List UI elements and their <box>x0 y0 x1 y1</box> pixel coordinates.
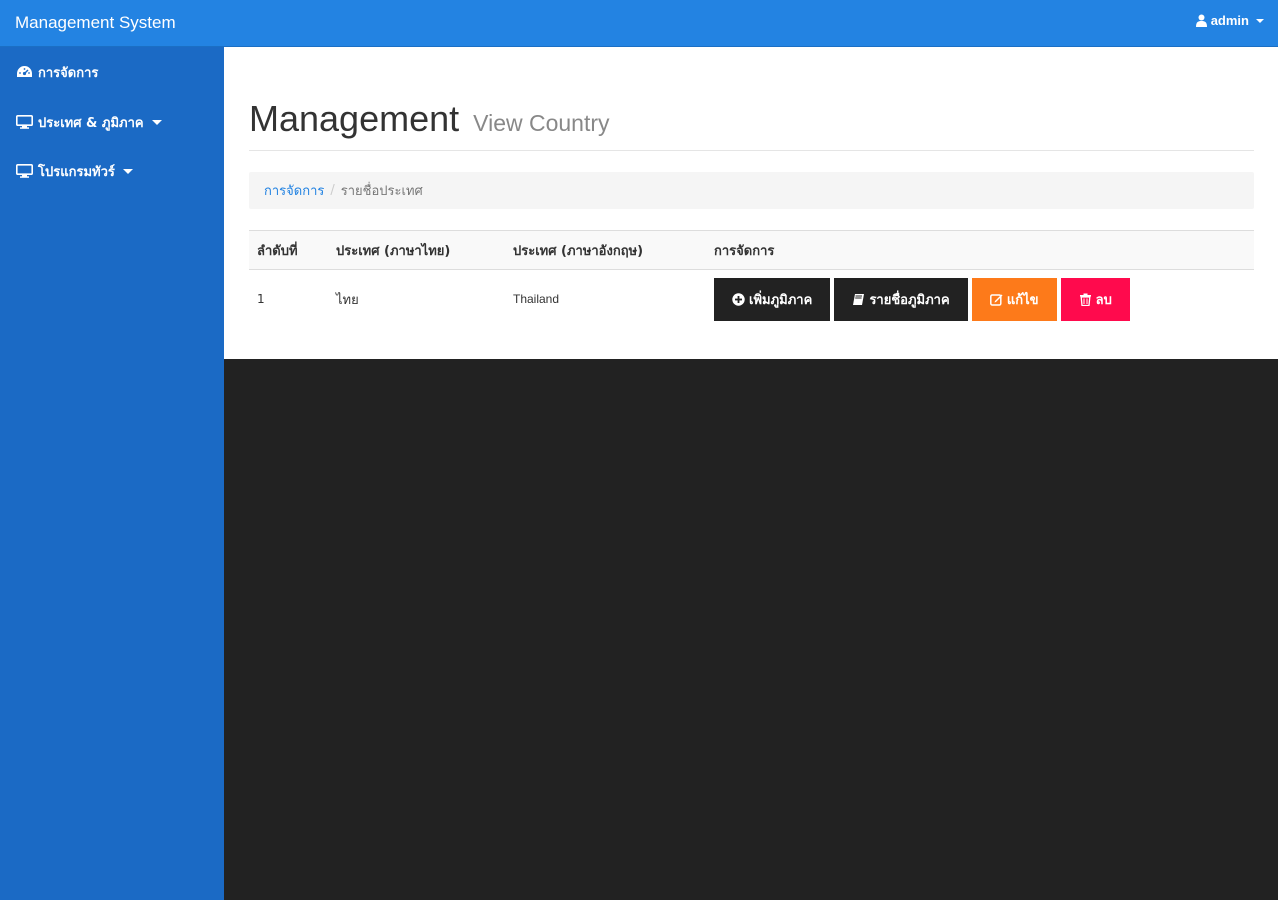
column-header-name-th: ประเทศ (ภาษาไทย) <box>328 230 505 270</box>
edit-button[interactable]: แก้ไข <box>971 277 1057 321</box>
main-content: Management View Country การจัดการ / รายช… <box>224 47 1278 359</box>
sidebar-item-management[interactable]: การจัดการ <box>0 52 224 92</box>
page-title: Management View Country <box>249 98 610 139</box>
plus-circle-icon <box>732 293 745 306</box>
column-header-number: ลำดับที่ <box>249 230 328 270</box>
list-region-button[interactable]: รายชื่อภูมิภาค <box>834 277 968 321</box>
breadcrumb-current: รายชื่อประเทศ <box>340 184 423 199</box>
sidebar-item-label: การจัดการ <box>38 65 99 81</box>
brand-title[interactable]: Management System <box>15 12 176 34</box>
edit-icon <box>989 294 1003 306</box>
table-header-row: ลำดับที่ ประเทศ (ภาษาไทย) ประเทศ (ภาษาอั… <box>249 230 1254 270</box>
caret-down-icon <box>1256 18 1264 23</box>
sidebar-item-tour-program[interactable]: โปรแกรมทัวร์ <box>0 151 224 191</box>
top-navbar: Management System admin <box>0 0 1278 47</box>
user-menu-dropdown[interactable]: admin <box>1195 13 1264 28</box>
page-header: Management View Country <box>249 99 1254 151</box>
breadcrumb: การจัดการ / รายชื่อประเทศ <box>249 172 1254 209</box>
sidebar: การจัดการ ประเทศ & ภูมิภาค โปรแกรมทัวร์ <box>0 47 224 900</box>
book-icon <box>853 293 865 305</box>
breadcrumb-link-management[interactable]: การจัดการ <box>264 180 324 201</box>
trash-icon <box>1079 293 1091 306</box>
delete-button[interactable]: ลบ <box>1060 277 1130 321</box>
add-region-button[interactable]: เพิ่มภูมิภาค <box>714 277 831 321</box>
sidebar-item-label: ประเทศ & ภูมิภาค <box>38 115 144 131</box>
user-icon <box>1195 14 1207 27</box>
column-header-actions: การจัดการ <box>706 230 1254 270</box>
user-name: admin <box>1210 13 1249 28</box>
dashboard-icon <box>17 66 32 77</box>
sidebar-item-country-region[interactable]: ประเทศ & ภูมิภาค <box>0 102 224 142</box>
cell-number: 1 <box>257 292 265 307</box>
caret-down-icon <box>151 119 162 125</box>
column-header-name-en: ประเทศ (ภาษาอังกฤษ) <box>505 230 706 270</box>
breadcrumb-separator: / <box>330 183 335 198</box>
cell-actions: เพิ่มภูมิภาค รายชื่อภูมิภาค แก้ไข ลบ <box>706 270 1254 329</box>
cell-name-en: Thailand <box>513 292 560 307</box>
country-table: ลำดับที่ ประเทศ (ภาษาไทย) ประเทศ (ภาษาอั… <box>249 230 1254 329</box>
desktop-icon <box>16 115 33 129</box>
desktop-icon <box>16 164 33 178</box>
cell-name-th: ไทย <box>336 292 359 308</box>
sidebar-item-label: โปรแกรมทัวร์ <box>38 164 115 180</box>
table-row: 1 ไทย Thailand เพิ่มภูมิภาค รายชื่อภูมิภ… <box>249 270 1254 329</box>
caret-down-icon <box>122 168 133 174</box>
page-subtitle: View Country <box>473 110 610 136</box>
